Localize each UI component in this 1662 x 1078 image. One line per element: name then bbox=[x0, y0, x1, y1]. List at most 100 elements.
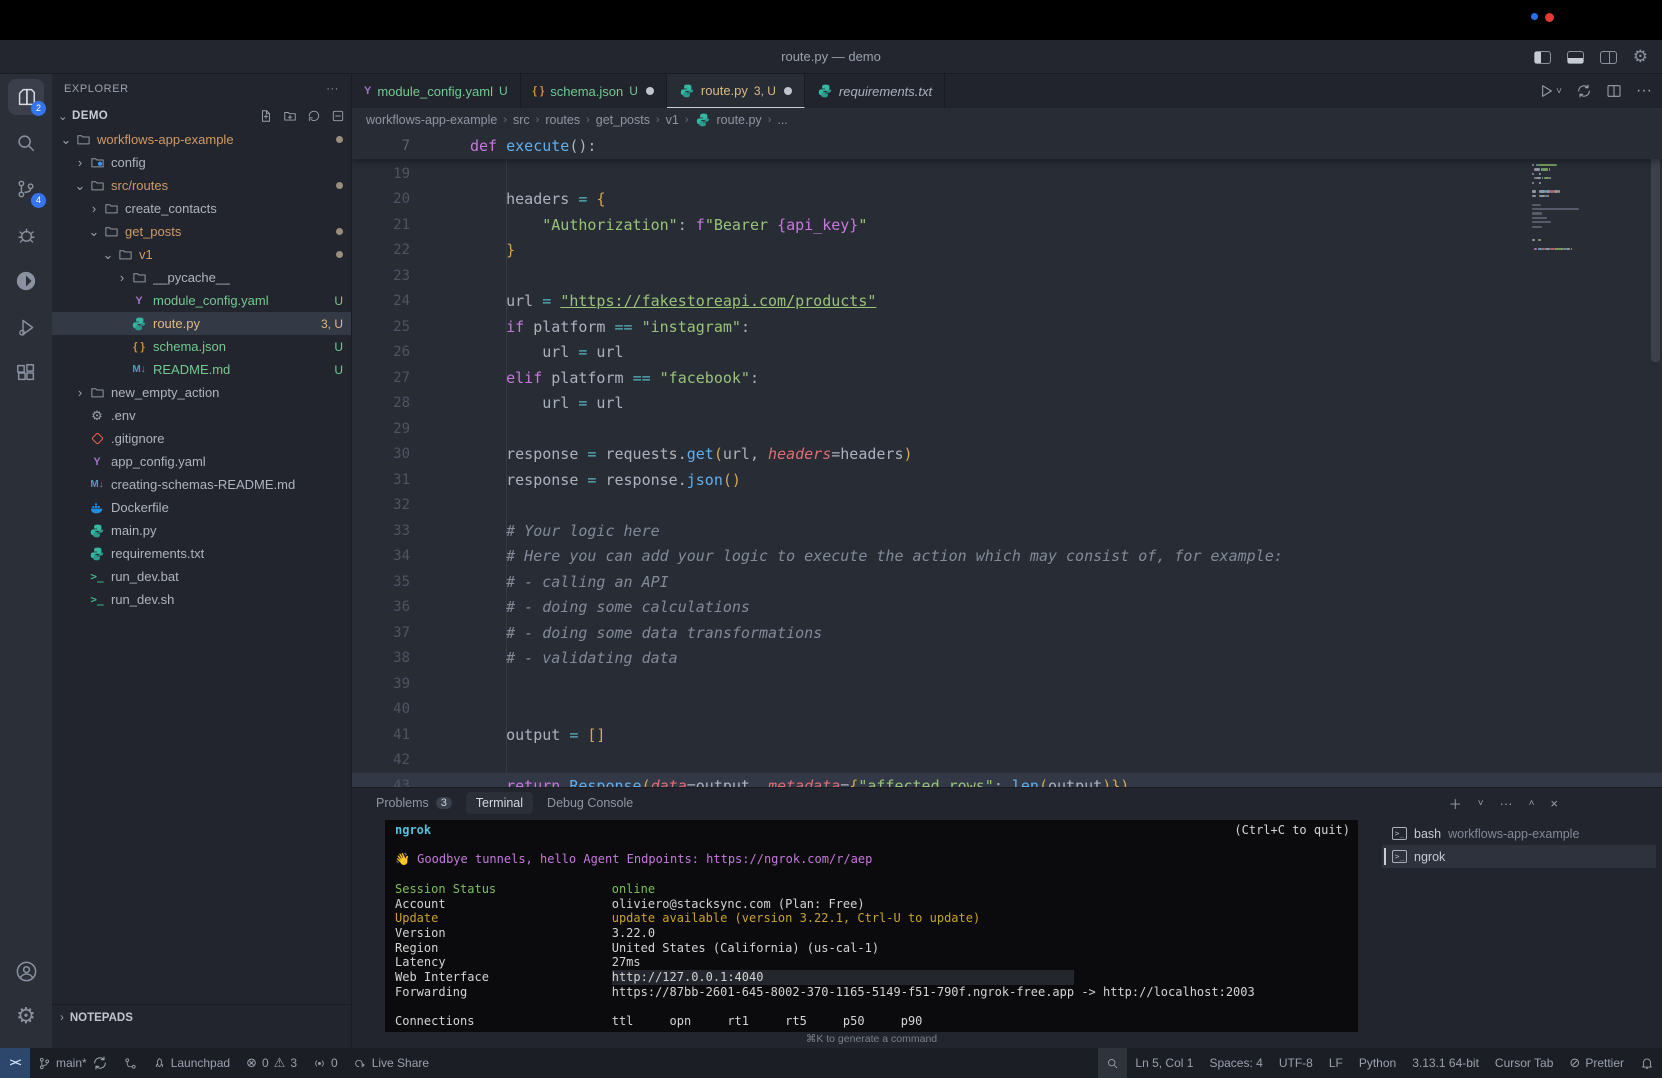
code-line-26[interactable]: 26 url = url bbox=[352, 340, 1662, 366]
panel-tab-terminal[interactable]: Terminal bbox=[465, 792, 534, 814]
tree-item--env[interactable]: ⚙ .env bbox=[52, 404, 351, 427]
statusbar-bell[interactable] bbox=[1632, 1048, 1662, 1078]
tree-item-creating-schemas-readme-md[interactable]: M↓ creating-schemas-README.md bbox=[52, 473, 351, 496]
new-folder-icon[interactable] bbox=[283, 109, 297, 123]
code-line-29[interactable]: 29 bbox=[352, 416, 1662, 442]
code-line-37[interactable]: 37 # - doing some data transformations bbox=[352, 620, 1662, 646]
statusbar-search[interactable] bbox=[1098, 1048, 1128, 1078]
code-line-22[interactable]: 22 } bbox=[352, 238, 1662, 264]
code-line-42[interactable]: 42 bbox=[352, 748, 1662, 774]
terminal-dropdown-icon[interactable]: ˅ bbox=[1478, 798, 1484, 809]
activitybar-run-debug[interactable] bbox=[0, 304, 52, 350]
statusbar-ln-5-col-1[interactable]: Ln 5, Col 1 bbox=[1127, 1048, 1201, 1078]
terminal-instance-ngrok[interactable]: >_ ngrok bbox=[1382, 845, 1656, 868]
panel-more-icon[interactable]: ··· bbox=[1500, 796, 1513, 811]
tree-item-module-config-yaml[interactable]: Ymodule_config.yaml U bbox=[52, 289, 351, 312]
customize-layout-icon[interactable]: ⚙ bbox=[1633, 48, 1648, 66]
tree-item-new-empty-action[interactable]: › new_empty_action bbox=[52, 381, 351, 404]
tab-module-config-yaml[interactable]: Ymodule_config.yaml U bbox=[352, 74, 521, 108]
layout-sidebar-right-icon[interactable] bbox=[1599, 50, 1617, 64]
chevron-down-icon[interactable]: ⌄ bbox=[100, 247, 116, 263]
code-line-28[interactable]: 28 url = url bbox=[352, 391, 1662, 417]
breadcrumb-item[interactable]: routes bbox=[545, 113, 580, 127]
code-line-36[interactable]: 36 # - doing some calculations bbox=[352, 595, 1662, 621]
panel-tab-problems[interactable]: Problems 3 bbox=[366, 792, 462, 814]
activitybar-extension-circle[interactable] bbox=[0, 258, 52, 304]
code-line-33[interactable]: 33 # Your logic here bbox=[352, 518, 1662, 544]
tree-item--pycache-[interactable]: › __pycache__ bbox=[52, 266, 351, 289]
code-line-31[interactable]: 31 response = response.json() bbox=[352, 467, 1662, 493]
statusbar-python[interactable]: Python bbox=[1351, 1048, 1404, 1078]
modified-dot[interactable] bbox=[783, 86, 792, 95]
maximize-panel-icon[interactable]: ˄ bbox=[1529, 798, 1535, 809]
tree-item--gitignore[interactable]: .gitignore bbox=[52, 427, 351, 450]
code-editor[interactable]: 7 def execute(): 19 20 headers = {21 "Auth… bbox=[352, 132, 1662, 787]
statusbar-0[interactable]: ⊗ 0 ⚠ 3 bbox=[238, 1048, 305, 1078]
layout-panel-icon[interactable] bbox=[1566, 50, 1584, 64]
code-line-20[interactable]: 20 headers = { bbox=[352, 187, 1662, 213]
remote-indicator[interactable]: >< bbox=[0, 1048, 30, 1078]
tree-item-create-contacts[interactable]: › create_contacts bbox=[52, 197, 351, 220]
code-line-19[interactable]: 19 bbox=[352, 161, 1662, 187]
tab-schema-json[interactable]: { } schema.json U bbox=[520, 74, 667, 108]
statusbar-graph[interactable] bbox=[116, 1048, 145, 1078]
activitybar-debug[interactable] bbox=[0, 212, 52, 258]
chevron-down-icon[interactable]: ⌄ bbox=[72, 178, 88, 194]
tree-item-src-routes[interactable]: ⌄ src/routes bbox=[52, 174, 351, 197]
panel-tab-debug-console[interactable]: Debug Console bbox=[537, 792, 643, 814]
split-editor-icon[interactable] bbox=[1606, 83, 1622, 99]
statusbar-prettier[interactable]: ⊘ Prettier bbox=[1561, 1048, 1632, 1078]
statusbar-lf[interactable]: LF bbox=[1321, 1048, 1351, 1078]
tree-item-schema-json[interactable]: { } schema.json U bbox=[52, 335, 351, 358]
tree-item-readme-md[interactable]: M↓ README.md U bbox=[52, 358, 351, 381]
tree-item-get-posts[interactable]: ⌄ get_posts bbox=[52, 220, 351, 243]
chevron-right-icon[interactable]: › bbox=[114, 270, 130, 285]
new-file-icon[interactable] bbox=[259, 109, 273, 123]
layout-sidebar-left-icon[interactable] bbox=[1533, 50, 1551, 64]
code-line-27[interactable]: 27 elif platform == "facebook": bbox=[352, 365, 1662, 391]
activitybar-account[interactable] bbox=[0, 948, 52, 994]
chevron-down-icon[interactable]: ⌄ bbox=[58, 132, 74, 148]
breadcrumb-item[interactable]: src bbox=[513, 113, 530, 127]
tree-item-workflows-app-example[interactable]: ⌄ workflows-app-example bbox=[52, 128, 351, 151]
breadcrumb-item[interactable]: workflows-app-example bbox=[366, 113, 497, 127]
tab-route-py[interactable]: route.py 3, U bbox=[666, 74, 805, 108]
editor-scrollbar[interactable] bbox=[1651, 132, 1660, 362]
tree-item-main-py[interactable]: main.py bbox=[52, 519, 351, 542]
code-line-38[interactable]: 38 # - validating data bbox=[352, 646, 1662, 672]
run-python-button[interactable]: ˅ bbox=[1538, 83, 1562, 99]
code-line-30[interactable]: 30 response = requests.get(url, headers=… bbox=[352, 442, 1662, 468]
explorer-section-header[interactable]: ⌄ DEMO bbox=[52, 104, 351, 128]
code-line-25[interactable]: 25 if platform == "instagram": bbox=[352, 314, 1662, 340]
tree-item-run-dev-sh[interactable]: >_ run_dev.sh bbox=[52, 588, 351, 611]
tree-item-requirements-txt[interactable]: requirements.txt bbox=[52, 542, 351, 565]
code-line-40[interactable]: 40 bbox=[352, 697, 1662, 723]
code-line-35[interactable]: 35 # - calling an API bbox=[352, 569, 1662, 595]
sync-icon[interactable] bbox=[1576, 83, 1592, 99]
activitybar-settings[interactable]: ⚙ bbox=[0, 994, 52, 1040]
activitybar-source-control[interactable]: 4 bbox=[0, 166, 52, 212]
breadcrumb-file[interactable]: route.py bbox=[717, 113, 762, 127]
breadcrumb-item[interactable]: get_posts bbox=[596, 113, 650, 127]
minimap[interactable] bbox=[1528, 132, 1606, 787]
breadcrumb-item[interactable]: v1 bbox=[666, 113, 679, 127]
statusbar-live-share[interactable]: Live Share bbox=[346, 1048, 437, 1078]
tree-item-run-dev-bat[interactable]: >_ run_dev.bat bbox=[52, 565, 351, 588]
tree-item-config[interactable]: › config bbox=[52, 151, 351, 174]
code-line-41[interactable]: 41 output = [] bbox=[352, 722, 1662, 748]
statusbar-cursor-tab[interactable]: Cursor Tab bbox=[1487, 1048, 1561, 1078]
tree-item-v1[interactable]: ⌄ v1 bbox=[52, 243, 351, 266]
activitybar-search[interactable] bbox=[0, 120, 52, 166]
sidebar-more-icon[interactable]: ··· bbox=[326, 83, 339, 95]
modified-dot[interactable] bbox=[645, 87, 654, 95]
editor-more-icon[interactable]: ··· bbox=[1636, 82, 1652, 100]
chevron-right-icon[interactable]: › bbox=[86, 201, 102, 216]
collapse-all-icon[interactable] bbox=[331, 109, 345, 123]
terminal-output[interactable]: ngrok (Ctrl+C to quit) 👋 Goodbye tunnels… bbox=[385, 820, 1358, 1033]
code-line-32[interactable]: 32 bbox=[352, 493, 1662, 519]
new-terminal-icon[interactable]: ＋ bbox=[1449, 794, 1462, 813]
chevron-right-icon[interactable]: › bbox=[72, 385, 88, 400]
refresh-icon[interactable] bbox=[307, 109, 321, 123]
chevron-right-icon[interactable]: › bbox=[72, 155, 88, 170]
chevron-down-icon[interactable]: ⌄ bbox=[86, 224, 102, 240]
